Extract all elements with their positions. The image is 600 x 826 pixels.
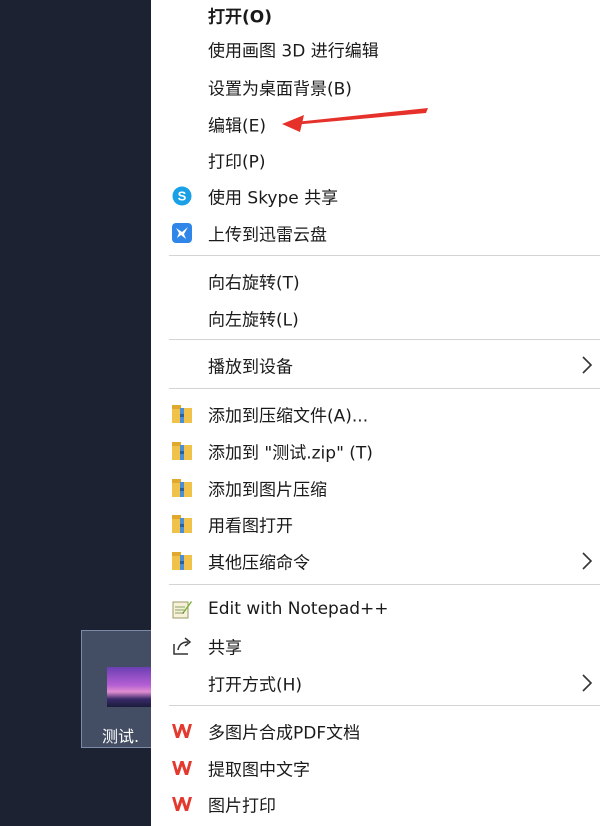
menu-item-add-to-zip[interactable]: 添加到 "测试.zip" (T): [151, 433, 600, 469]
menu-item-label: 其他压缩命令: [208, 553, 310, 574]
menu-item-label: 打开方式(H): [208, 675, 303, 696]
menu-item-set-wallpaper[interactable]: 设置为桌面背景(B): [151, 69, 600, 105]
archive-icon: [171, 513, 193, 535]
menu-item-cast-to-device[interactable]: 播放到设备: [151, 347, 600, 383]
menu-item-label: 多图片合成PDF文档: [208, 723, 361, 744]
menu-item-label: 图片打印: [208, 796, 276, 817]
menu-item-extract-text[interactable]: 提取图中文字: [151, 750, 600, 786]
menu-item-image-print[interactable]: 图片打印: [151, 786, 600, 822]
menu-item-rotate-left[interactable]: 向左旋转(L): [151, 300, 600, 336]
menu-item-label: 上传到迅雷云盘: [208, 225, 327, 246]
red-annotation-arrow: [282, 108, 428, 132]
menu-item-edit-paint3d[interactable]: 使用画图 3D 进行编辑: [151, 31, 600, 67]
image-thumbnail: [107, 667, 155, 707]
menu-item-other-compress[interactable]: 其他压缩命令: [151, 543, 600, 579]
menu-item-label: 向左旋转(L): [208, 310, 299, 331]
menu-item-label: 设置为桌面背景(B): [208, 79, 352, 100]
archive-icon: [171, 403, 193, 425]
menu-item-thunder-upload[interactable]: 上传到迅雷云盘: [151, 215, 600, 251]
menu-item-label: 用看图打开: [208, 516, 293, 537]
archive-icon: [171, 477, 193, 499]
wps-icon: [171, 793, 193, 815]
menu-item-label: Edit with Notepad++: [208, 599, 389, 619]
menu-item-label: 添加到 "测试.zip" (T): [208, 443, 373, 464]
menu-item-label: 编辑(E): [208, 116, 267, 137]
menu-item-label: 打印(P): [208, 152, 266, 173]
menu-item-edit-notepadpp[interactable]: Edit with Notepad++: [151, 591, 600, 627]
menu-item-add-to-archive[interactable]: 添加到压缩文件(A)...: [151, 396, 600, 432]
menu-separator: [169, 584, 600, 585]
chevron-right-icon: [582, 674, 593, 692]
menu-separator: [169, 255, 600, 256]
notepad-plus-plus-icon: [171, 598, 193, 620]
menu-item-add-to-image-compress[interactable]: 添加到图片压缩: [151, 470, 600, 506]
archive-icon: [171, 440, 193, 462]
menu-item-label: 提取图中文字: [208, 760, 310, 781]
menu-item-label: 添加到压缩文件(A)...: [208, 406, 369, 427]
menu-item-label: 播放到设备: [208, 357, 293, 378]
menu-item-label: 使用 Skype 共享: [208, 188, 339, 209]
thunder-cloud-icon: [171, 222, 193, 244]
menu-item-open-with[interactable]: 打开方式(H): [151, 665, 600, 701]
skype-icon: S: [171, 185, 193, 207]
menu-item-open-with-viewer[interactable]: 用看图打开: [151, 506, 600, 542]
menu-item-print[interactable]: 打印(P): [151, 142, 600, 178]
svg-text:S: S: [178, 189, 187, 204]
menu-item-merge-pdf[interactable]: 多图片合成PDF文档: [151, 713, 600, 749]
wps-icon: [171, 720, 193, 742]
menu-item-rotate-right[interactable]: 向右旋转(T): [151, 263, 600, 299]
menu-separator: [169, 388, 600, 389]
menu-item-label: 向右旋转(T): [208, 273, 300, 294]
chevron-right-icon: [582, 552, 593, 570]
file-name: 测试.: [102, 727, 140, 746]
menu-item-open[interactable]: 打开(O): [151, 0, 600, 33]
wps-icon: [171, 757, 193, 779]
menu-separator: [169, 339, 600, 340]
menu-separator: [169, 705, 600, 706]
menu-item-label: 打开(O): [208, 7, 272, 28]
menu-item-label: 共享: [208, 638, 242, 659]
menu-item-label: 使用画图 3D 进行编辑: [208, 41, 379, 62]
menu-item-label: 添加到图片压缩: [208, 480, 327, 501]
share-icon: [171, 635, 193, 657]
chevron-right-icon: [582, 356, 593, 374]
menu-item-share[interactable]: 共享: [151, 628, 600, 664]
archive-icon: [171, 550, 193, 572]
menu-item-skype-share[interactable]: S 使用 Skype 共享: [151, 178, 600, 214]
file-icon-selected[interactable]: 测试.: [81, 630, 155, 748]
